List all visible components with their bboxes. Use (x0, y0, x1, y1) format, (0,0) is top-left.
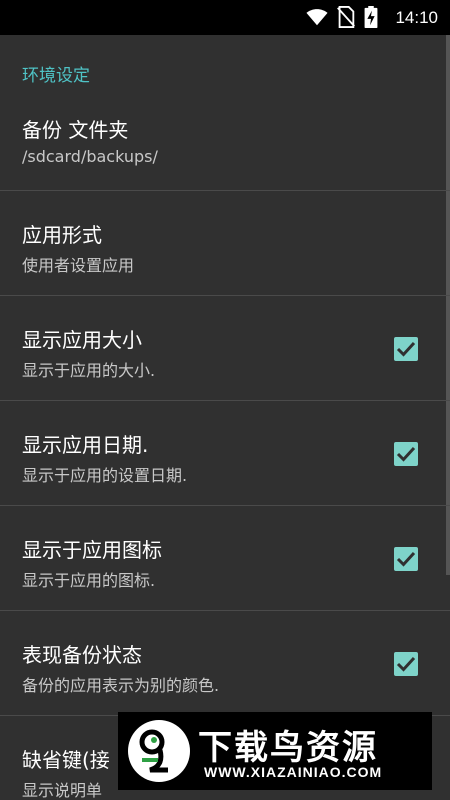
checkmark-icon (396, 341, 416, 357)
checkmark-icon (396, 656, 416, 672)
pref-show-app-size[interactable]: 显示应用大小 显示于应用的大小. (0, 296, 450, 401)
pref-summary: 显示于应用的图标. (22, 571, 156, 590)
show-app-date-checkbox[interactable] (394, 442, 418, 466)
pref-title: 应用形式 (22, 223, 102, 247)
status-time: 14:10 (395, 8, 438, 27)
pref-summary: 显示于应用的设置日期. (22, 466, 188, 485)
pref-title: 表现备份状态 (22, 643, 142, 667)
checkmark-icon (396, 446, 416, 462)
battery-charging-icon (364, 6, 378, 32)
pref-title: 显示应用大小 (22, 328, 142, 352)
pref-app-mode[interactable]: 应用形式 使用者设置应用 (0, 191, 450, 296)
pref-summary: 使用者设置应用 (22, 256, 135, 275)
status-bar: 14:10 (0, 0, 450, 35)
section-header: 环境设定 (22, 66, 90, 86)
pref-title: 备份 文件夹 (22, 118, 129, 142)
pref-summary: /sdcard/backups/ (22, 147, 158, 166)
no-sim-icon (337, 6, 355, 32)
pref-title: 显示应用日期. (22, 433, 149, 457)
show-app-icon-checkbox[interactable] (394, 547, 418, 571)
show-app-size-checkbox[interactable] (394, 337, 418, 361)
pref-backup-status[interactable]: 表现备份状态 备份的应用表示为别的颜色. (0, 611, 450, 716)
watermark-banner: 下载鸟资源 WWW.XIAZAINIAO.COM (118, 712, 432, 790)
wifi-icon (306, 6, 328, 32)
pref-backup-folder[interactable]: 备份 文件夹 /sdcard/backups/ (0, 86, 450, 191)
bird-logo-icon (128, 720, 190, 782)
watermark-title: 下载鸟资源 (198, 728, 378, 768)
checkmark-icon (396, 551, 416, 567)
backup-status-checkbox[interactable] (394, 652, 418, 676)
pref-show-app-date[interactable]: 显示应用日期. 显示于应用的设置日期. (0, 401, 450, 506)
settings-list[interactable]: 环境设定 备份 文件夹 /sdcard/backups/ 应用形式 使用者设置应… (0, 35, 450, 800)
watermark-url: WWW.XIAZAINIAO.COM (204, 764, 383, 780)
settings-screen: 14:10 环境设定 备份 文件夹 /sdcard/backups/ 应用形式 … (0, 0, 450, 800)
pref-summary: 显示于应用的大小. (22, 361, 156, 380)
pref-title: 显示于应用图标 (22, 538, 162, 562)
pref-summary: 显示说明单 (22, 781, 103, 800)
pref-title: 缺省键(接 (22, 748, 110, 772)
pref-show-app-icon[interactable]: 显示于应用图标 显示于应用的图标. (0, 506, 450, 611)
pref-summary: 备份的应用表示为别的颜色. (22, 676, 220, 695)
